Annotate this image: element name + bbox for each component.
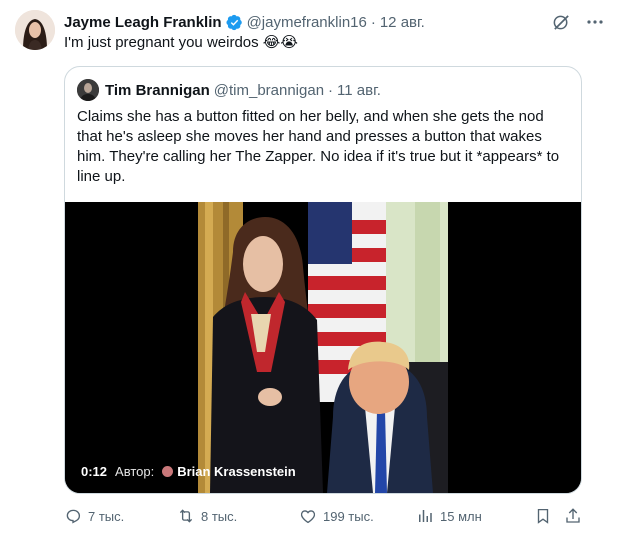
reply-button[interactable]: 7 тыс. [64,505,124,527]
repost-count: 8 тыс. [201,508,238,524]
bookmark-icon [537,508,549,524]
repost-icon [179,509,193,523]
video-meta: 0:12 Автор: Brian Krassenstein [81,464,296,479]
heart-icon [300,510,316,524]
bookmark-button[interactable] [534,505,552,527]
video-author-name: Brian Krassenstein [177,464,296,479]
video-author-avatar-icon [162,466,174,477]
quote-author-name[interactable]: Tim Brannigan [105,82,210,99]
video-timestamp: 0:12 [81,464,108,479]
author-avatar[interactable] [15,10,55,50]
quote-date[interactable]: 11 авг. [337,82,381,99]
like-button[interactable]: 199 тыс. [299,505,374,527]
tweet: Jayme Leagh Franklin @jaymefranklin16 · … [0,0,625,544]
video-player[interactable]: 0:12 Автор: Brian Krassenstein [65,202,581,493]
tweet-header: Jayme Leagh Franklin @jaymefranklin16 · … [64,12,605,32]
tweet-date[interactable]: 12 авг. [380,14,425,31]
author-handle[interactable]: @jaymefranklin16 [247,14,367,31]
repost-button[interactable]: 8 тыс. [177,505,237,527]
views-button[interactable]: 15 млн [416,505,482,527]
tweet-actions: 7 тыс. 8 тыс. 199 тыс. 15 млн [64,505,584,527]
share-button[interactable] [564,505,582,527]
separator-dot: · [370,13,376,31]
views-chart-icon [419,510,432,522]
video-frame [65,202,581,493]
share-icon [566,508,580,523]
video-author-label: Автор: [115,464,155,479]
quote-tweet[interactable]: Tim Brannigan @tim_brannigan · 11 авг. C… [64,66,582,494]
reply-count: 7 тыс. [88,508,125,524]
quote-author-handle[interactable]: @tim_brannigan [214,82,324,99]
views-count: 15 млн [440,508,482,524]
tweet-text: I'm just pregnant you weirdos 😂😭 [64,34,298,51]
quote-avatar[interactable] [77,79,99,101]
video-author[interactable]: Brian Krassenstein [162,464,296,479]
reply-icon [66,509,81,524]
like-count: 199 тыс. [323,508,374,524]
grok-slash-icon[interactable] [551,12,571,32]
more-icon[interactable] [585,12,605,32]
quote-text: Claims she has a button fitted on her be… [77,108,560,185]
quote-separator-dot: · [328,81,334,99]
author-name[interactable]: Jayme Leagh Franklin [64,14,222,31]
verified-badge-icon [226,14,243,31]
header-actions [551,12,605,32]
quote-header: Tim Brannigan @tim_brannigan · 11 авг. [77,79,381,101]
